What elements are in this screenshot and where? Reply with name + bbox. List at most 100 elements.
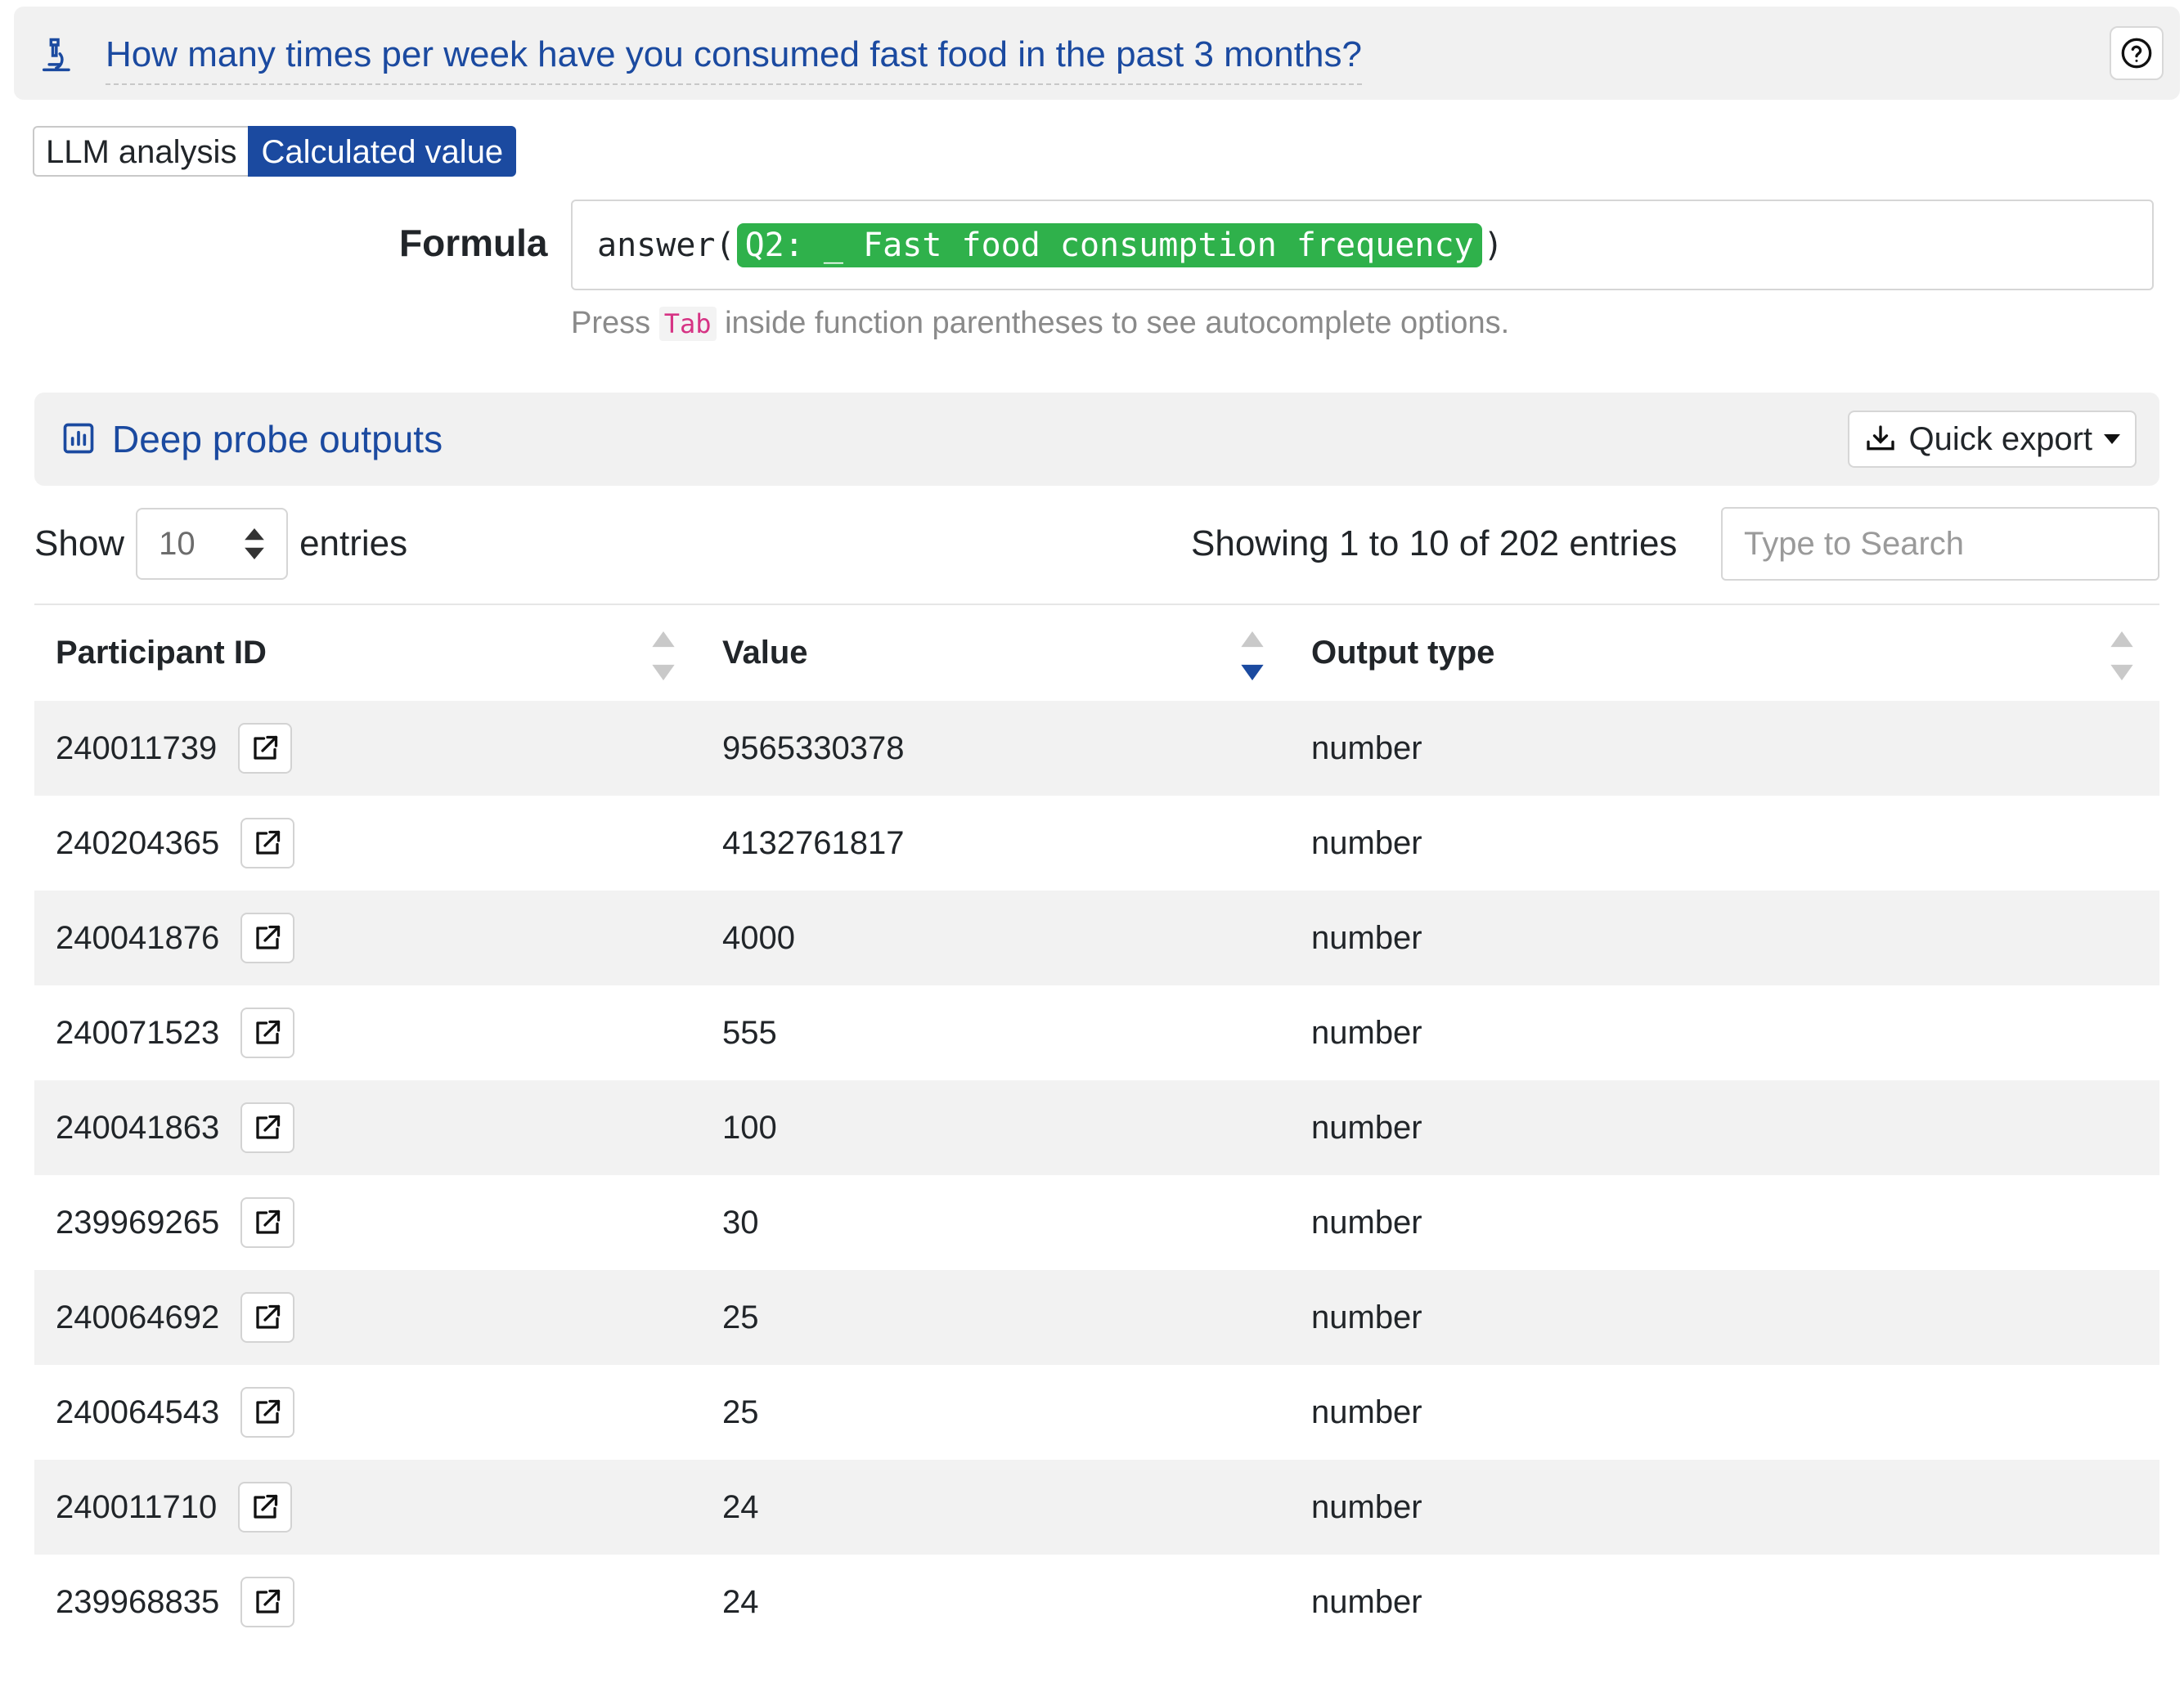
llm-analysis-option[interactable]: LLM analysis	[33, 126, 249, 177]
column-header-value[interactable]: Value	[701, 604, 1290, 701]
participant-id: 240064543	[56, 1394, 220, 1430]
page-size-select[interactable]: 10	[136, 508, 289, 580]
open-participant-button[interactable]	[240, 1387, 295, 1438]
participant-id: 240041876	[56, 919, 220, 956]
external-link-icon	[256, 925, 281, 949]
question-circle-icon	[2121, 38, 2152, 69]
table-row: 240041863 100 number	[34, 1080, 2159, 1175]
page-length-control: Show 10 entries	[34, 507, 407, 581]
external-link-icon	[256, 1020, 281, 1044]
output-type-cell: number	[1311, 1204, 1422, 1241]
column-header-participant-id[interactable]: Participant ID	[34, 604, 701, 701]
value-cell: 24	[722, 1583, 759, 1620]
participant-id: 239968835	[56, 1583, 220, 1620]
open-participant-button[interactable]	[240, 1102, 295, 1153]
external-link-icon	[256, 1304, 281, 1329]
question-title[interactable]: How many times per week have you consume…	[106, 34, 1362, 85]
participant-id: 240204365	[56, 824, 220, 861]
microscope-icon	[42, 38, 70, 72]
value-cell: 24	[701, 1460, 1290, 1555]
calculated-value-option[interactable]: Calculated value	[248, 126, 517, 177]
participant-id: 239969265	[56, 1204, 220, 1241]
open-participant-button[interactable]	[240, 1292, 295, 1343]
mode-toggle: LLM analysis Calculated value	[33, 126, 517, 177]
external-link-icon	[254, 1494, 278, 1519]
entries-label: entries	[299, 523, 408, 563]
formula-hint: Press Tab inside function parentheses to…	[571, 306, 1509, 341]
value-cell: 9565330378	[701, 701, 1290, 796]
external-link-icon	[256, 1399, 281, 1424]
sort-updown-icon	[245, 528, 264, 559]
participant-id: 240011739	[56, 729, 218, 766]
participant-id: 240041863	[56, 1109, 220, 1146]
formula-close-paren: )	[1483, 226, 1503, 264]
outputs-header: Deep probe outputs Quick export	[34, 393, 2159, 486]
open-participant-button[interactable]	[240, 1008, 295, 1058]
value-cell: 4132761817	[722, 824, 905, 861]
bar-chart-icon	[63, 423, 94, 454]
formula-editor[interactable]: answer(Q2: _ Fast food consumption frequ…	[571, 200, 2154, 290]
participant-id: 240011710	[56, 1488, 218, 1525]
output-type-cell: number	[1311, 1394, 1422, 1430]
table-info: Showing 1 to 10 of 202 entries	[1191, 523, 1678, 563]
output-type-cell: number	[1290, 701, 2159, 796]
quick-export-button[interactable]: Quick export	[1848, 411, 2137, 468]
output-type-cell: number	[1290, 1270, 2159, 1365]
external-link-icon	[256, 1210, 281, 1234]
caret-down-icon	[2104, 434, 2120, 444]
participant-id: 240064692	[56, 1299, 220, 1335]
hint-suffix: inside function parentheses to see autoc…	[725, 306, 1510, 340]
value-cell: 555	[722, 1014, 777, 1051]
open-participant-button[interactable]	[238, 723, 293, 774]
sort-icon	[2110, 631, 2133, 680]
hint-key: Tab	[658, 307, 717, 341]
open-participant-button[interactable]	[238, 1482, 293, 1533]
open-participant-button[interactable]	[240, 1577, 295, 1627]
value-cell: 100	[701, 1080, 1290, 1175]
column-label: Value	[722, 635, 808, 671]
quick-export-label: Quick export	[1908, 420, 2092, 457]
column-label: Output type	[1311, 635, 1495, 671]
external-link-icon	[256, 1115, 281, 1139]
table-row: 240011739 9565330378 number	[34, 701, 2159, 796]
value-cell: 4000	[701, 891, 1290, 985]
column-header-output-type[interactable]: Output type	[1290, 604, 2159, 701]
formula-function: answer(	[597, 226, 735, 264]
table-row: 239969265 30 number	[34, 1175, 2159, 1270]
table-row: 240041876 4000 number	[34, 891, 2159, 985]
output-type-cell: number	[1290, 1080, 2159, 1175]
external-link-icon	[256, 830, 281, 855]
sort-icon	[652, 631, 675, 680]
external-link-icon	[256, 1589, 281, 1613]
sort-desc-icon	[1241, 631, 1264, 680]
open-participant-button[interactable]	[240, 1197, 295, 1248]
column-label: Participant ID	[56, 635, 267, 671]
value-cell: 25	[722, 1394, 759, 1430]
outputs-table: Participant ID Value Output type 2400117…	[34, 604, 2159, 1649]
output-type-cell: number	[1290, 1460, 2159, 1555]
page-size-value: 10	[159, 525, 195, 562]
help-button[interactable]	[2110, 26, 2164, 80]
output-type-cell: number	[1311, 1583, 1422, 1620]
search-input[interactable]	[1721, 507, 2159, 581]
open-participant-button[interactable]	[240, 818, 295, 868]
table-row: 240064543 25 number	[34, 1365, 2159, 1460]
formula-label: Formula	[399, 222, 548, 264]
output-type-cell: number	[1311, 1014, 1422, 1051]
table-row: 240071523 555 number	[34, 985, 2159, 1080]
outputs-title: Deep probe outputs	[112, 418, 443, 460]
hint-prefix: Press	[571, 306, 651, 340]
show-label: Show	[34, 523, 125, 563]
value-cell: 25	[701, 1270, 1290, 1365]
participant-id: 240071523	[56, 1014, 220, 1051]
value-cell: 30	[722, 1204, 759, 1241]
question-header: How many times per week have you consume…	[14, 7, 2180, 100]
open-participant-button[interactable]	[240, 913, 295, 963]
table-row: 240011710 24 number	[34, 1460, 2159, 1555]
table-row: 240064692 25 number	[34, 1270, 2159, 1365]
download-icon	[1867, 425, 1895, 451]
table-row: 239968835 24 number	[34, 1555, 2159, 1649]
table-row: 240204365 4132761817 number	[34, 796, 2159, 891]
external-link-icon	[254, 735, 278, 760]
formula-variable-token[interactable]: Q2: _ Fast food consumption frequency	[736, 222, 1482, 267]
